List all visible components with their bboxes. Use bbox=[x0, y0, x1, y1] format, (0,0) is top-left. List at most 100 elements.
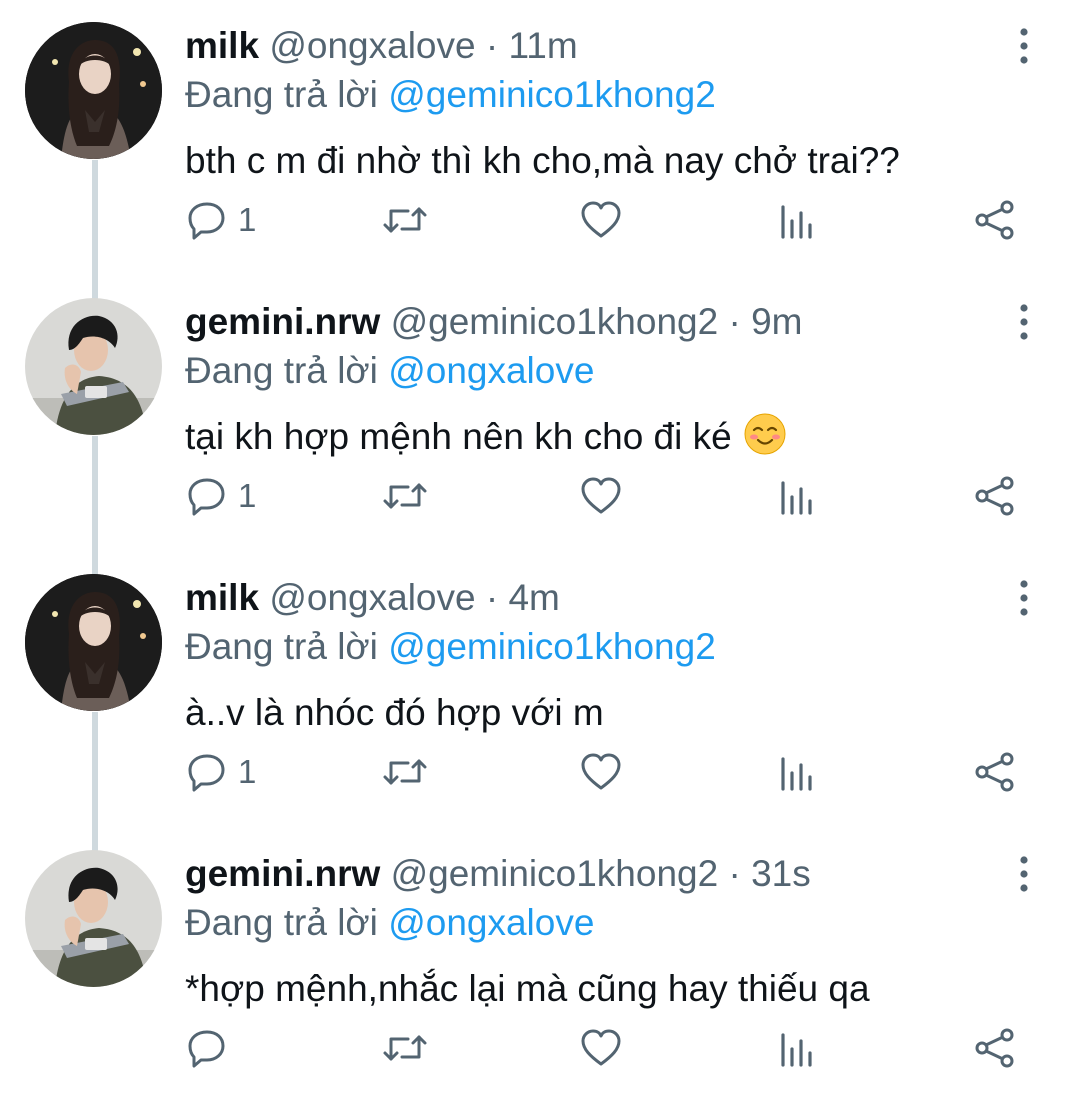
user-handle[interactable]: @ongxalove bbox=[269, 25, 475, 66]
heart-icon bbox=[580, 751, 622, 793]
separator: · bbox=[718, 853, 752, 894]
share-button[interactable] bbox=[973, 1018, 1017, 1078]
tweet-actions: 1 bbox=[0, 742, 1080, 802]
more-vertical-icon bbox=[1004, 856, 1044, 898]
timestamp[interactable]: 11m bbox=[508, 25, 577, 66]
reply-icon bbox=[186, 751, 228, 793]
retweet-icon bbox=[382, 1027, 428, 1069]
female-avatar[interactable] bbox=[25, 22, 162, 159]
retweet-button[interactable] bbox=[382, 1018, 428, 1078]
replying-to-handle[interactable]: @geminico1khong2 bbox=[388, 74, 716, 115]
male-avatar[interactable] bbox=[25, 850, 162, 987]
display-name[interactable]: milk bbox=[185, 25, 259, 66]
retweet-button[interactable] bbox=[382, 190, 428, 250]
share-icon bbox=[973, 475, 1017, 517]
more-options-button[interactable] bbox=[1004, 854, 1044, 894]
share-button[interactable] bbox=[973, 742, 1017, 802]
heart-icon bbox=[580, 475, 622, 517]
replying-to-handle[interactable]: @geminico1khong2 bbox=[388, 626, 716, 667]
reply-button[interactable] bbox=[186, 1018, 238, 1078]
more-options-button[interactable] bbox=[1004, 26, 1044, 66]
separator: · bbox=[475, 577, 509, 618]
tweet[interactable]: gemini.nrw @geminico1khong2 · 9m Đang tr… bbox=[0, 276, 1080, 552]
tweet-text: tại kh hợp mệnh nên kh cho đi ké bbox=[185, 410, 786, 464]
share-icon bbox=[973, 1027, 1017, 1069]
retweet-icon bbox=[382, 475, 428, 517]
tweet-body: tại kh hợp mệnh nên kh cho đi ké bbox=[185, 416, 732, 457]
male-avatar[interactable] bbox=[25, 298, 162, 435]
share-icon bbox=[973, 751, 1017, 793]
replying-to-label: Đang trả lời bbox=[185, 74, 389, 115]
tweet-body: à..v là nhóc đó hợp với m bbox=[185, 692, 604, 733]
reply-icon bbox=[186, 1027, 228, 1069]
views-button[interactable] bbox=[778, 742, 814, 802]
reply-button[interactable]: 1 bbox=[186, 190, 256, 250]
tweet-actions: 1 bbox=[0, 190, 1080, 250]
tweet-actions bbox=[0, 1018, 1080, 1078]
views-button[interactable] bbox=[778, 1018, 814, 1078]
views-button[interactable] bbox=[778, 190, 814, 250]
reply-button[interactable]: 1 bbox=[186, 466, 256, 526]
user-handle[interactable]: @ongxalove bbox=[269, 577, 475, 618]
views-icon bbox=[778, 475, 814, 517]
replying-to-handle[interactable]: @ongxalove bbox=[388, 902, 594, 943]
more-vertical-icon bbox=[1004, 28, 1044, 70]
views-icon bbox=[778, 1027, 814, 1069]
replying-to-label: Đang trả lời bbox=[185, 626, 389, 667]
like-button[interactable] bbox=[580, 1018, 622, 1078]
smiling-blush-emoji bbox=[744, 413, 786, 455]
tweet[interactable]: gemini.nrw @geminico1khong2 · 31s Đang t… bbox=[0, 828, 1080, 1104]
retweet-icon bbox=[382, 751, 428, 793]
heart-icon bbox=[580, 1027, 622, 1069]
reply-count: 1 bbox=[238, 477, 257, 514]
views-icon bbox=[778, 751, 814, 793]
views-button[interactable] bbox=[778, 466, 814, 526]
timestamp[interactable]: 31s bbox=[751, 853, 811, 894]
reply-count: 1 bbox=[238, 753, 257, 790]
tweet-header: gemini.nrw @geminico1khong2 · 31s bbox=[185, 848, 811, 900]
timestamp[interactable]: 4m bbox=[508, 577, 559, 618]
tweet-text: à..v là nhóc đó hợp với m bbox=[185, 686, 604, 740]
retweet-button[interactable] bbox=[382, 466, 428, 526]
timestamp[interactable]: 9m bbox=[751, 301, 802, 342]
more-vertical-icon bbox=[1004, 580, 1044, 622]
tweet[interactable]: milk @ongxalove · 11m Đang trả lời @gemi… bbox=[0, 0, 1080, 276]
retweet-icon bbox=[382, 199, 428, 241]
tweet-actions: 1 bbox=[0, 466, 1080, 526]
tweet-text: bth c m đi nhờ thì kh cho,mà nay chở tra… bbox=[185, 134, 900, 188]
reply-button[interactable]: 1 bbox=[186, 742, 256, 802]
retweet-button[interactable] bbox=[382, 742, 428, 802]
more-vertical-icon bbox=[1004, 304, 1044, 346]
like-button[interactable] bbox=[580, 190, 622, 250]
heart-icon bbox=[580, 199, 622, 241]
like-button[interactable] bbox=[580, 742, 622, 802]
share-button[interactable] bbox=[973, 190, 1017, 250]
separator: · bbox=[718, 301, 752, 342]
share-button[interactable] bbox=[973, 466, 1017, 526]
user-handle[interactable]: @geminico1khong2 bbox=[391, 301, 719, 342]
display-name[interactable]: gemini.nrw bbox=[185, 301, 380, 342]
reply-icon bbox=[186, 475, 228, 517]
tweet-header: milk @ongxalove · 4m bbox=[185, 572, 560, 624]
user-handle[interactable]: @geminico1khong2 bbox=[391, 853, 719, 894]
reply-icon bbox=[186, 199, 228, 241]
display-name[interactable]: gemini.nrw bbox=[185, 853, 380, 894]
tweet[interactable]: milk @ongxalove · 4m Đang trả lời @gemin… bbox=[0, 552, 1080, 828]
more-options-button[interactable] bbox=[1004, 578, 1044, 618]
more-options-button[interactable] bbox=[1004, 302, 1044, 342]
tweet-text: *hợp mệnh,nhắc lại mà cũng hay thiếu qa bbox=[185, 962, 870, 1016]
replying-to-label: Đang trả lời bbox=[185, 902, 389, 943]
replying-to: Đang trả lời @ongxalove bbox=[185, 898, 594, 948]
tweet-header: gemini.nrw @geminico1khong2 · 9m bbox=[185, 296, 803, 348]
replying-to: Đang trả lời @ongxalove bbox=[185, 346, 594, 396]
tweet-header: milk @ongxalove · 11m bbox=[185, 20, 578, 72]
replying-to: Đang trả lời @geminico1khong2 bbox=[185, 622, 716, 672]
replying-to-label: Đang trả lời bbox=[185, 350, 389, 391]
display-name[interactable]: milk bbox=[185, 577, 259, 618]
share-icon bbox=[973, 199, 1017, 241]
like-button[interactable] bbox=[580, 466, 622, 526]
female-avatar[interactable] bbox=[25, 574, 162, 711]
reply-count: 1 bbox=[238, 201, 257, 238]
tweet-body: *hợp mệnh,nhắc lại mà cũng hay thiếu qa bbox=[185, 968, 870, 1009]
replying-to-handle[interactable]: @ongxalove bbox=[388, 350, 594, 391]
